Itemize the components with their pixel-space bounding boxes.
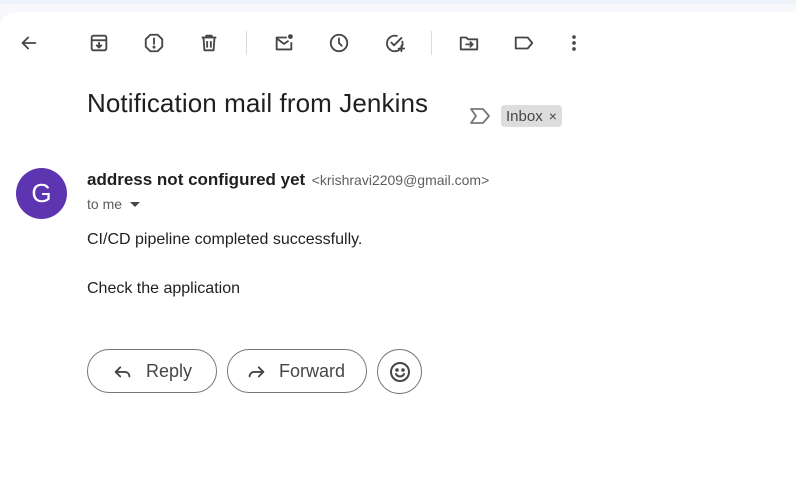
smiley-icon	[389, 361, 410, 382]
forward-label: Forward	[279, 360, 346, 381]
top-strip	[0, 0, 796, 4]
reply-icon	[114, 366, 131, 378]
important-marker-icon[interactable]	[469, 106, 491, 126]
labels-icon	[514, 36, 534, 50]
archive-icon	[90, 34, 108, 52]
archive-button[interactable]	[81, 25, 117, 61]
delete-icon	[201, 34, 217, 52]
body-paragraph: Check the application	[87, 280, 240, 297]
back-button[interactable]	[11, 25, 47, 61]
recipient-line: to me	[87, 196, 141, 212]
move-to-button[interactable]	[451, 25, 487, 61]
reply-button[interactable]: Reply	[87, 349, 217, 393]
move-to-icon	[459, 36, 479, 51]
label-chip-text: Inbox	[506, 107, 543, 125]
label-chip-inbox[interactable]: Inbox ×	[501, 105, 562, 127]
mark-unread-icon	[275, 34, 293, 51]
snooze-icon	[329, 33, 349, 53]
avatar-letter: G	[31, 178, 52, 208]
remove-label-button[interactable]: ×	[549, 108, 557, 124]
more-options-button[interactable]	[556, 25, 592, 61]
add-to-tasks-icon	[386, 34, 406, 53]
labels-button[interactable]	[506, 25, 542, 61]
more-options-icon	[572, 35, 576, 51]
back-arrow-icon	[21, 36, 37, 50]
show-details-dropdown-icon[interactable]	[130, 199, 141, 209]
email-subject: Notification mail from Jenkins	[87, 88, 429, 118]
sender-avatar[interactable]: G	[16, 168, 67, 219]
report-spam-icon	[144, 33, 164, 53]
message-toolbar	[0, 12, 796, 74]
message-panel	[0, 12, 796, 501]
recipient-text: to me	[87, 196, 123, 212]
reply-label: Reply	[146, 360, 193, 381]
delete-button[interactable]	[191, 25, 227, 61]
report-spam-button[interactable]	[136, 25, 172, 61]
toolbar-divider	[246, 31, 247, 55]
forward-button[interactable]: Forward	[227, 349, 367, 393]
emoji-reaction-button[interactable]	[377, 349, 422, 394]
sender-email: <krishravi2209@gmail.com>	[311, 172, 490, 188]
snooze-button[interactable]	[321, 25, 357, 61]
mark-unread-button[interactable]	[266, 25, 302, 61]
body-paragraph: CI/CD pipeline completed successfully.	[87, 231, 363, 248]
add-to-tasks-button[interactable]	[377, 25, 413, 61]
sender-name[interactable]: address not configured yet	[87, 170, 305, 189]
sender-line: address not configured yet <krishravi220…	[87, 170, 489, 190]
forward-icon	[248, 366, 265, 378]
toolbar-divider	[431, 31, 432, 55]
